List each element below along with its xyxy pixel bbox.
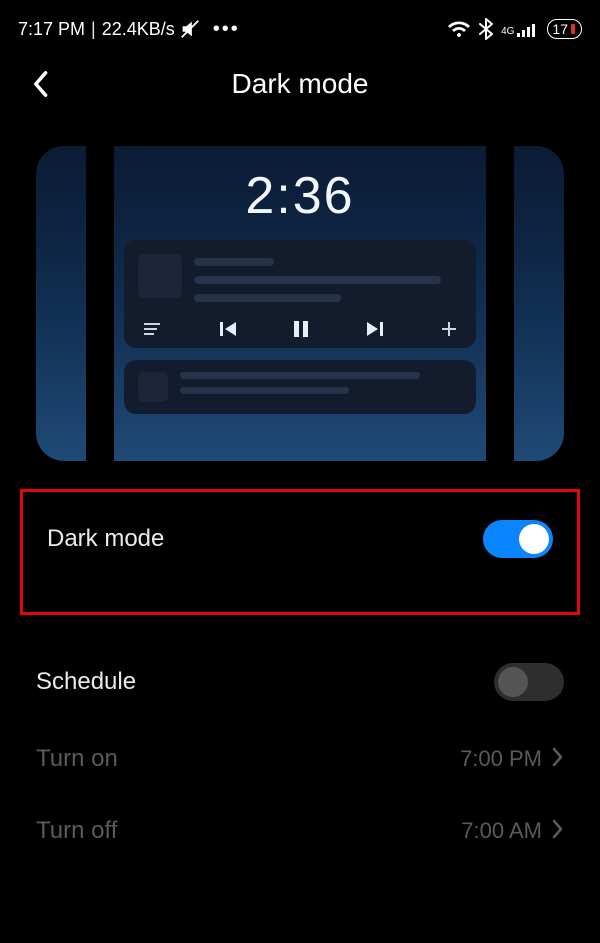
back-button[interactable] [24, 68, 56, 100]
preview-container: 2:36 [0, 120, 600, 461]
turn-off-value: 7:00 AM [461, 818, 542, 844]
toggle-knob [498, 667, 528, 697]
toggle-knob [519, 524, 549, 554]
turn-on-row[interactable]: Turn on 7:00 PM [0, 723, 600, 795]
preview-text-line [194, 276, 441, 284]
plus-icon [440, 320, 458, 338]
preview-notif-thumb [138, 372, 168, 402]
chevron-right-icon [552, 747, 564, 772]
turn-on-value: 7:00 PM [460, 746, 542, 772]
schedule-row[interactable]: Schedule [0, 641, 600, 723]
mute-icon [179, 18, 201, 40]
chevron-left-icon [31, 70, 49, 98]
turn-on-label: Turn on [36, 745, 118, 773]
preview-text-line [194, 294, 341, 302]
page-title: Dark mode [232, 68, 369, 100]
turn-off-label: Turn off [36, 817, 117, 845]
status-time: 7:17 PM [18, 19, 85, 40]
status-left: 7:17 PM | 22.4KB/s ••• [18, 18, 240, 40]
more-icon: ••• [213, 24, 240, 34]
preview-clock: 2:36 [245, 166, 354, 226]
network-type: 4G [501, 27, 514, 37]
status-separator: | [91, 19, 96, 40]
dark-mode-label: Dark mode [47, 525, 164, 553]
status-net-speed: 22.4KB/s [102, 19, 175, 40]
preview-media-card [124, 240, 476, 348]
dark-mode-preview: 2:36 [36, 146, 564, 461]
dark-mode-toggle[interactable] [483, 520, 553, 558]
battery-indicator: 17 [547, 19, 582, 39]
playlist-icon [142, 321, 162, 337]
prev-track-icon [219, 321, 237, 337]
chevron-right-icon [552, 819, 564, 844]
signal-icon [517, 21, 539, 37]
pause-icon [293, 320, 309, 338]
status-bar: 7:17 PM | 22.4KB/s ••• 4G [0, 0, 600, 48]
battery-pct: 17 [552, 21, 568, 37]
network-indicator: 4G [501, 21, 539, 37]
battery-bar-icon [571, 24, 575, 34]
wifi-icon [447, 19, 471, 39]
dark-mode-row[interactable]: Dark mode [39, 510, 561, 568]
schedule-label: Schedule [36, 668, 136, 696]
highlight-annotation: Dark mode [20, 489, 580, 615]
bluetooth-icon [479, 18, 493, 40]
schedule-toggle[interactable] [494, 663, 564, 701]
preview-media-thumb [138, 254, 182, 298]
turn-off-row[interactable]: Turn off 7:00 AM [0, 795, 600, 867]
preview-text-line [180, 387, 349, 394]
preview-text-line [194, 258, 274, 266]
preview-text-line [180, 372, 420, 379]
preview-notification-card [124, 360, 476, 414]
status-right: 4G 17 [447, 18, 582, 40]
next-track-icon [366, 321, 384, 337]
page-header: Dark mode [0, 48, 600, 120]
